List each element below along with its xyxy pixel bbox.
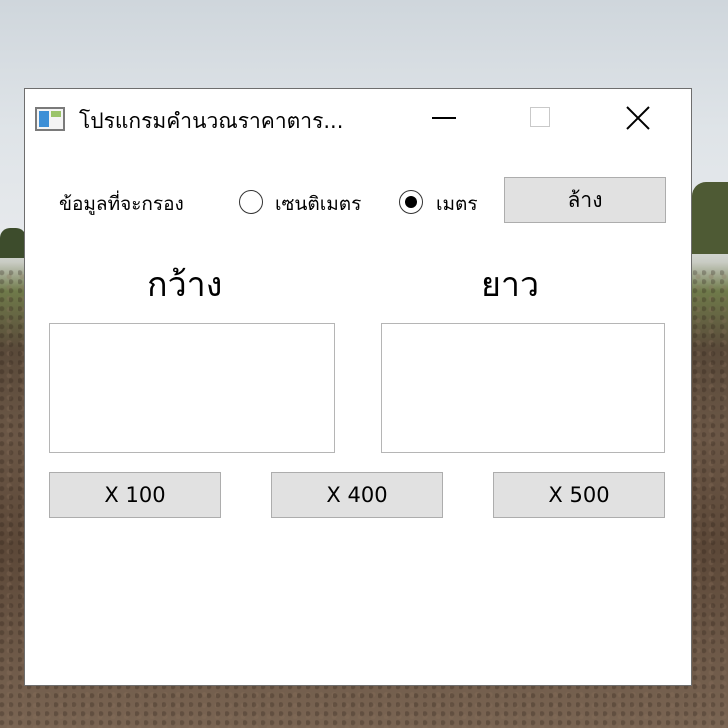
- minimize-button[interactable]: [397, 89, 493, 147]
- window-title: โปรแกรมคำนวณราคาตาร...: [79, 109, 344, 133]
- close-icon: [626, 106, 650, 130]
- minimize-icon: [432, 117, 456, 119]
- tree-line-right: [692, 182, 728, 254]
- multiply-500-button[interactable]: X 500: [493, 472, 665, 518]
- length-input[interactable]: [381, 323, 665, 453]
- app-icon: [35, 107, 65, 131]
- filter-label: ข้อมูลที่จะกรอง: [59, 193, 184, 215]
- tree-line-left: [0, 228, 26, 258]
- width-label: กว้าง: [147, 265, 223, 305]
- close-button[interactable]: [591, 89, 687, 147]
- radio-centimeter[interactable]: [239, 190, 263, 214]
- radio-meter[interactable]: [399, 190, 423, 214]
- maximize-icon: [530, 107, 550, 127]
- radio-centimeter-label[interactable]: เซนติเมตร: [275, 189, 361, 219]
- clear-button[interactable]: ล้าง: [504, 177, 666, 223]
- width-input[interactable]: [49, 323, 335, 453]
- length-label: ยาว: [481, 265, 540, 305]
- multiply-100-button[interactable]: X 100: [49, 472, 221, 518]
- radio-meter-label[interactable]: เมตร: [436, 189, 478, 219]
- maximize-button[interactable]: [493, 89, 589, 147]
- multiply-400-button[interactable]: X 400: [271, 472, 443, 518]
- title-bar[interactable]: โปรแกรมคำนวณราคาตาร...: [25, 89, 691, 147]
- app-window: โปรแกรมคำนวณราคาตาร... ข้อมูลที่จะกรอง เ…: [24, 88, 692, 686]
